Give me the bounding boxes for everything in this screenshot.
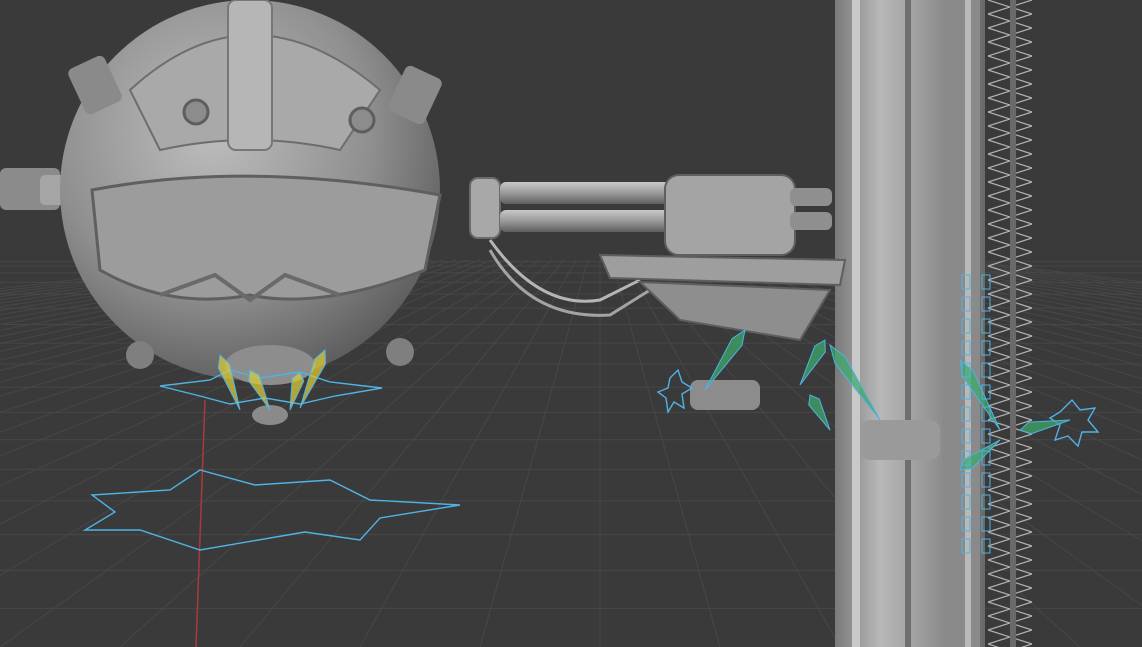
x-axis-line xyxy=(195,399,206,647)
left-star-control xyxy=(656,368,694,415)
lattice-pillar[interactable] xyxy=(835,0,1033,647)
viewport-canvas[interactable] xyxy=(0,0,1142,647)
bone[interactable] xyxy=(1019,419,1071,435)
3d-viewport[interactable] xyxy=(0,0,1142,647)
